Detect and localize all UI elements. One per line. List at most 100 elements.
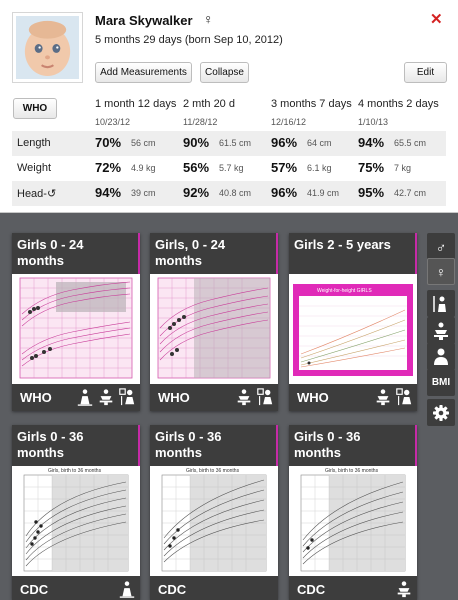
chart-card-footer: CDC [289, 576, 417, 600]
chart-thumbnail: Girls, birth to 36 months [12, 466, 140, 576]
chart-card[interactable]: Girls 0 - 36 months Girls, birth to 36 m… [150, 425, 278, 600]
row-label: Head-↺ [17, 188, 57, 200]
length-icon [118, 579, 136, 599]
percentile-value: 57% [271, 160, 298, 175]
male-icon: ♂ [435, 238, 447, 255]
visit-age-2: 2 mth 20 d [183, 98, 235, 110]
chart-standard-label: CDC [20, 582, 49, 597]
measurement-value: 40.8 cm [219, 188, 252, 198]
percentile-value: 95% [358, 185, 385, 200]
weight-icon [97, 387, 115, 407]
chart-card-footer: CDC [12, 576, 140, 600]
chart-card-title: Girls, 0 - 24 months [150, 233, 278, 274]
percentile-value: 56% [183, 160, 210, 175]
measurement-value: 4.9 kg [131, 163, 156, 173]
person-filter-button[interactable] [427, 343, 455, 370]
percentile-value: 92% [183, 185, 210, 200]
person-icon [434, 348, 448, 365]
measurement-value: 5.7 kg [219, 163, 244, 173]
chart-card[interactable]: Girls 2 - 5 years Weight-for-height GIRL… [289, 233, 417, 411]
child-age: 5 months 29 days (born Sep 10, 2012) [95, 34, 283, 46]
weight-icon [434, 322, 448, 340]
length-filter-button[interactable] [427, 290, 455, 317]
male-filter-button[interactable]: ♂ [427, 233, 455, 260]
child-photo[interactable] [12, 12, 83, 83]
head-circumference-icon [256, 387, 274, 407]
chart-thumbnail: Weight-for-height GIRLS [289, 274, 417, 384]
bmi-filter-button[interactable]: BMI [427, 369, 455, 396]
measurement-row-head: Head-↺ 94% 39 cm 92% 40.8 cm 96% 41.9 cm… [12, 181, 446, 206]
weight-filter-button[interactable] [427, 317, 455, 344]
collapse-button[interactable]: Collapse [200, 62, 249, 83]
percentile-value: 90% [183, 135, 210, 150]
chart-heading: Girls, birth to 36 months [48, 468, 102, 474]
chart-thumbnail [12, 274, 140, 384]
chart-thumbnail: Girls, birth to 36 months [150, 466, 278, 576]
visit-age-4: 4 months 2 days [358, 98, 439, 110]
percentile-value: 72% [95, 160, 122, 175]
chart-card-title: Girls 0 - 36 months [12, 425, 140, 466]
measurement-value: 56 cm [131, 138, 156, 148]
chart-thumbnail: Girls, birth to 36 months [289, 466, 417, 576]
visit-age-3: 3 months 7 days [271, 98, 352, 110]
measurement-value: 41.9 cm [307, 188, 340, 198]
weight-icon [395, 579, 413, 599]
percentile-value: 94% [95, 185, 122, 200]
visit-date-4: 1/10/13 [358, 117, 389, 127]
chart-card[interactable]: Girls 0 - 36 months Girls, birth to 36 m… [12, 425, 140, 600]
visit-date-2: 11/28/12 [183, 117, 218, 127]
percentile-value: 75% [358, 160, 385, 175]
measurement-value: 7 kg [394, 163, 412, 173]
chart-standard-label: CDC [158, 582, 187, 597]
length-icon [76, 387, 94, 407]
chart-card-footer: CDC [150, 576, 278, 600]
length-icon [433, 295, 446, 312]
chart-card[interactable]: Girls 0 - 24 months WHO [12, 233, 140, 411]
gear-icon [433, 404, 449, 421]
chart-standard-label: WHO [20, 390, 52, 405]
measurement-value: 42.7 cm [394, 188, 427, 198]
percentile-value: 70% [95, 135, 122, 150]
chart-standard-label: WHO [158, 390, 190, 405]
measurement-value: 65.5 cm [394, 138, 427, 148]
weight-icon [235, 387, 253, 407]
chart-card-title: Girls 2 - 5 years [289, 233, 417, 274]
chart-card[interactable]: Girls 0 - 36 months Girls, birth to 36 m… [289, 425, 417, 600]
female-icon: ♀ [203, 11, 214, 27]
chart-standard-label: WHO [297, 390, 329, 405]
measurement-value: 61.5 cm [219, 138, 252, 148]
percentile-value: 96% [271, 135, 298, 150]
measurement-row-length: Length 70% 56 cm 90% 61.5 cm 96% 64 cm 9… [12, 131, 446, 156]
female-filter-button[interactable]: ♀ [427, 258, 455, 285]
settings-button[interactable] [427, 399, 455, 426]
percentile-value: 94% [358, 135, 385, 150]
chart-heading: Girls, birth to 36 months [325, 468, 379, 474]
edit-button[interactable]: Edit [404, 62, 447, 83]
visit-date-1: 10/23/12 [95, 117, 131, 127]
chart-standard-label: CDC [297, 582, 326, 597]
chart-heading: Girls, birth to 36 months [186, 468, 240, 474]
chart-card-title: Girls 0 - 24 months [12, 233, 140, 274]
bmi-icon: BMI [431, 377, 451, 388]
weight-icon [374, 387, 392, 407]
row-label: Weight [17, 162, 52, 174]
add-measurements-button[interactable]: Add Measurements [95, 62, 192, 83]
chart-thumbnail [150, 274, 278, 384]
measurement-value: 39 cm [131, 188, 156, 198]
chart-card[interactable]: Girls, 0 - 24 months WHO [150, 233, 278, 411]
measurement-value: 6.1 kg [307, 163, 332, 173]
close-icon[interactable]: ✕ [430, 10, 443, 28]
percentile-value: 96% [271, 185, 298, 200]
chart-card-footer: WHO [12, 384, 140, 411]
measurement-row-weight: Weight 72% 4.9 kg 56% 5.7 kg 57% 6.1 kg … [12, 156, 446, 181]
chart-card-title: Girls 0 - 36 months [150, 425, 278, 466]
child-info-panel: Mara Skywalker ♀ ✕ 5 months 29 days (bor… [0, 0, 458, 213]
chart-card-footer: WHO [150, 384, 278, 411]
visit-date-3: 12/16/12 [271, 117, 307, 127]
head-circumference-icon [118, 387, 136, 407]
child-name: Mara Skywalker [95, 13, 193, 28]
female-icon: ♀ [435, 263, 447, 280]
head-circumference-icon [395, 387, 413, 407]
chart-card-footer: WHO [289, 384, 417, 411]
standard-toggle-button[interactable]: WHO [13, 98, 57, 119]
